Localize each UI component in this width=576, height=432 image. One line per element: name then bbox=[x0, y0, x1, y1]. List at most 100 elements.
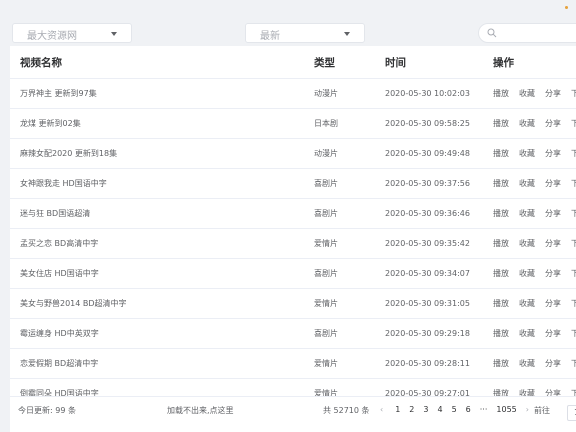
download-button[interactable]: 下 bbox=[571, 268, 576, 279]
download-button[interactable]: 下 bbox=[571, 238, 576, 249]
pagination: ‹ 1 2 3 4 5 6 ··· 1055 › bbox=[380, 405, 541, 414]
video-time: 2020-05-30 09:29:18 bbox=[385, 318, 493, 349]
video-time: 2020-05-30 09:37:56 bbox=[385, 168, 493, 199]
share-button[interactable]: 分享 bbox=[545, 268, 561, 279]
favorite-button[interactable]: 收藏 bbox=[519, 208, 535, 219]
play-button[interactable]: 播放 bbox=[493, 118, 509, 129]
video-type: 喜剧片 bbox=[314, 258, 385, 289]
download-button[interactable]: 下 bbox=[571, 328, 576, 339]
table-row: 霉运缠身 HD中英双字喜剧片2020-05-30 09:29:18播放收藏分享下 bbox=[10, 318, 576, 349]
source-select[interactable]: 最大资源网 bbox=[12, 23, 132, 43]
row-actions: 播放收藏分享下 bbox=[493, 348, 576, 379]
download-button[interactable]: 下 bbox=[571, 148, 576, 159]
header-name: 视频名称 bbox=[10, 46, 314, 79]
page-6[interactable]: 6 bbox=[466, 405, 471, 414]
video-name: 美女与野兽2014 BD超清中字 bbox=[10, 288, 314, 319]
favorite-button[interactable]: 收藏 bbox=[519, 268, 535, 279]
page-3[interactable]: 3 bbox=[423, 405, 428, 414]
category-select-value: 最新 bbox=[260, 31, 280, 42]
chevron-down-icon bbox=[344, 32, 350, 36]
favorite-button[interactable]: 收藏 bbox=[519, 238, 535, 249]
page-last[interactable]: 1055 bbox=[496, 405, 516, 414]
video-name: 美女住店 HD国语中字 bbox=[10, 258, 314, 289]
row-actions: 播放收藏分享下 bbox=[493, 108, 576, 139]
table-row: 麻辣女配2020 更新到18集 动漫片 2020-05-30 09:49:48 播放收… bbox=[10, 138, 576, 169]
chevron-down-icon bbox=[111, 32, 117, 36]
prev-page-button[interactable]: ‹ bbox=[380, 405, 383, 414]
share-button[interactable]: 分享 bbox=[545, 88, 561, 99]
video-type: 喜剧片 bbox=[314, 198, 385, 229]
filter-toolbar: 最大资源网 最新 bbox=[0, 0, 576, 46]
share-button[interactable]: 分享 bbox=[545, 118, 561, 129]
download-button[interactable]: 下 bbox=[571, 208, 576, 219]
share-button[interactable]: 分享 bbox=[545, 328, 561, 339]
header-time: 时间 bbox=[385, 46, 493, 79]
video-time: 2020-05-30 09:49:48 bbox=[385, 138, 493, 169]
download-button[interactable]: 下 bbox=[571, 178, 576, 189]
video-time: 2020-05-30 10:02:03 bbox=[385, 78, 493, 109]
share-button[interactable]: 分享 bbox=[545, 298, 561, 309]
video-name: 麻辣女配2020 更新到18集 bbox=[10, 138, 314, 169]
favorite-button[interactable]: 收藏 bbox=[519, 358, 535, 369]
video-type: 动漫片 bbox=[314, 78, 385, 109]
table-row: 美女住店 HD国语中字喜剧片2020-05-30 09:34:07播放收藏分享下 bbox=[10, 258, 576, 289]
play-button[interactable]: 播放 bbox=[493, 178, 509, 189]
page-5[interactable]: 5 bbox=[452, 405, 457, 414]
search-input[interactable] bbox=[478, 23, 576, 43]
video-type: 爱情片 bbox=[314, 288, 385, 319]
download-button[interactable]: 下 bbox=[571, 358, 576, 369]
share-button[interactable]: 分享 bbox=[545, 238, 561, 249]
video-time: 2020-05-30 09:35:42 bbox=[385, 228, 493, 259]
video-name: 孟买之恋 BD高清中字 bbox=[10, 228, 314, 259]
favorite-button[interactable]: 收藏 bbox=[519, 88, 535, 99]
goto-page-input[interactable]: 1 bbox=[567, 405, 576, 421]
page-1[interactable]: 1 bbox=[395, 405, 400, 414]
notification-dot bbox=[565, 6, 568, 9]
row-actions: 播放收藏分享下 bbox=[493, 138, 576, 169]
video-name: 迷与狂 BD国语超清 bbox=[10, 198, 314, 229]
share-button[interactable]: 分享 bbox=[545, 208, 561, 219]
share-button[interactable]: 分享 bbox=[545, 178, 561, 189]
table-footer: 今日更新: 99 条 加载不出来,点这里 共 52710 条 ‹ 1 2 3 4… bbox=[10, 396, 576, 423]
download-button[interactable]: 下 bbox=[571, 118, 576, 129]
video-table-panel: 视频名称 类型 时间 操作 万界神主 更新到97集 动漫片 2020-05-30 1… bbox=[10, 46, 576, 432]
play-button[interactable]: 播放 bbox=[493, 148, 509, 159]
header-type: 类型 bbox=[314, 46, 385, 79]
play-button[interactable]: 播放 bbox=[493, 328, 509, 339]
favorite-button[interactable]: 收藏 bbox=[519, 178, 535, 189]
share-button[interactable]: 分享 bbox=[545, 358, 561, 369]
page-2[interactable]: 2 bbox=[409, 405, 414, 414]
video-name: 恋爱假期 BD超清中字 bbox=[10, 348, 314, 379]
category-select[interactable]: 最新 bbox=[245, 23, 365, 43]
table-row: 孟买之恋 BD高清中字爱情片2020-05-30 09:35:42播放收藏分享下 bbox=[10, 228, 576, 259]
total-count: 共 52710 条 bbox=[323, 406, 370, 415]
play-button[interactable]: 播放 bbox=[493, 358, 509, 369]
favorite-button[interactable]: 收藏 bbox=[519, 118, 535, 129]
play-button[interactable]: 播放 bbox=[493, 238, 509, 249]
search-icon bbox=[487, 28, 497, 38]
next-page-button[interactable]: › bbox=[526, 405, 529, 414]
play-button[interactable]: 播放 bbox=[493, 268, 509, 279]
page-4[interactable]: 4 bbox=[437, 405, 442, 414]
video-name: 霉运缠身 HD中英双字 bbox=[10, 318, 314, 349]
favorite-button[interactable]: 收藏 bbox=[519, 298, 535, 309]
table-row: 女神跟我走 HD国语中字 喜剧片 2020-05-30 09:37:56 播放 收藏 分享… bbox=[10, 168, 576, 199]
table-row: 恋爱假期 BD超清中字爱情片2020-05-30 09:28:11播放收藏分享下 bbox=[10, 348, 576, 379]
favorite-button[interactable]: 收藏 bbox=[519, 148, 535, 159]
row-actions: 播放收藏分享下 bbox=[493, 228, 576, 259]
video-type: 喜剧片 bbox=[314, 318, 385, 349]
play-button[interactable]: 播放 bbox=[493, 208, 509, 219]
load-fail-link[interactable]: 加载不出来,点这里 bbox=[167, 405, 234, 416]
row-actions: 播放收藏分享下 bbox=[493, 258, 576, 289]
video-type: 动漫片 bbox=[314, 138, 385, 169]
today-update-count: 今日更新: 99 条 bbox=[18, 406, 76, 415]
download-button[interactable]: 下 bbox=[571, 298, 576, 309]
play-button[interactable]: 播放 bbox=[493, 298, 509, 309]
play-button[interactable]: 播放 bbox=[493, 88, 509, 99]
video-type: 日本剧 bbox=[314, 108, 385, 139]
download-button[interactable]: 下 bbox=[571, 88, 576, 99]
share-button[interactable]: 分享 bbox=[545, 148, 561, 159]
favorite-button[interactable]: 收藏 bbox=[519, 328, 535, 339]
page-ellipsis[interactable]: ··· bbox=[480, 405, 488, 414]
video-type: 喜剧片 bbox=[314, 168, 385, 199]
